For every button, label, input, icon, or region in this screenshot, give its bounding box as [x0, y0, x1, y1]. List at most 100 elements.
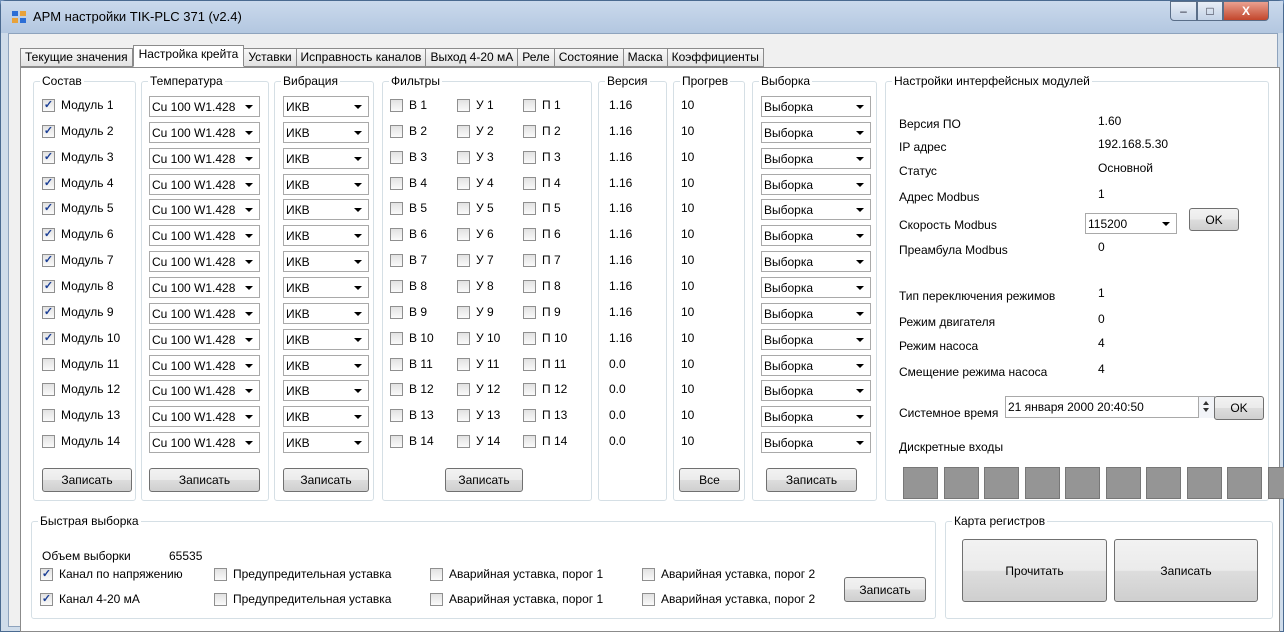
filter-b-1-box[interactable]	[390, 98, 403, 112]
filter-u-5[interactable]: У 5	[457, 201, 494, 215]
filter-b-14[interactable]: В 14	[390, 434, 434, 448]
sample-combo-14[interactable]: Выборка	[761, 432, 871, 453]
filter-p-7-box[interactable]	[523, 253, 536, 267]
tab-6[interactable]: Состояние	[554, 48, 624, 67]
sample-combo-10[interactable]: Выборка	[761, 329, 871, 350]
filter-u-2-box[interactable]	[457, 124, 470, 138]
filter-u-10-box[interactable]	[457, 331, 470, 345]
fast-row2-checkbox-1-box[interactable]: ✓	[40, 592, 53, 606]
chevron-down-icon[interactable]	[856, 389, 864, 393]
module-2-checkbox-box[interactable]: ✓	[42, 124, 55, 138]
module-1-checkbox-box[interactable]: ✓	[42, 98, 55, 112]
filter-u-5-box[interactable]	[457, 201, 470, 215]
filter-b-11-box[interactable]	[390, 357, 403, 371]
filter-p-1-box[interactable]	[523, 98, 536, 112]
sample-combo-6[interactable]: Выборка	[761, 225, 871, 246]
module-11-checkbox[interactable]: Модуль 11	[42, 357, 119, 371]
filter-u-12-box[interactable]	[457, 382, 470, 396]
tab-2[interactable]: Уставки	[244, 48, 297, 67]
filters-write-button[interactable]: Записать	[445, 468, 523, 492]
module-14-checkbox-box[interactable]	[42, 434, 55, 448]
filter-u-11[interactable]: У 11	[457, 357, 499, 371]
tab-7[interactable]: Маска	[623, 48, 668, 67]
filter-b-13-box[interactable]	[390, 408, 403, 422]
chevron-down-icon[interactable]	[856, 260, 864, 264]
filter-u-3[interactable]: У 3	[457, 150, 494, 164]
fast-row1-checkbox-1[interactable]: ✓ Канал по напряжению	[40, 567, 183, 581]
filter-b-8-box[interactable]	[390, 279, 403, 293]
chevron-down-icon[interactable]	[354, 183, 362, 187]
fast-row1-checkbox-4[interactable]: Аварийная уставка, порог 2	[642, 567, 815, 581]
filter-p-9[interactable]: П 9	[523, 305, 561, 319]
modbus-speed-ok-button[interactable]: OK	[1189, 208, 1239, 231]
sample-combo-2[interactable]: Выборка	[761, 122, 871, 143]
filter-p-5-box[interactable]	[523, 201, 536, 215]
fast-row2-checkbox-2[interactable]: Предупредительная уставка	[214, 592, 391, 606]
vibration-combo-12[interactable]: ИКВ	[283, 380, 369, 401]
filter-p-10-box[interactable]	[523, 331, 536, 345]
filter-b-6[interactable]: В 6	[390, 227, 427, 241]
warmup-all-button[interactable]: Все	[679, 468, 740, 492]
filter-p-1[interactable]: П 1	[523, 98, 561, 112]
filter-b-7-box[interactable]	[390, 253, 403, 267]
vibration-combo-14[interactable]: ИКВ	[283, 432, 369, 453]
chevron-down-icon[interactable]	[245, 208, 253, 212]
minimize-button[interactable]: –	[1170, 1, 1197, 21]
vibration-combo-6[interactable]: ИКВ	[283, 225, 369, 246]
modbus-speed-combo[interactable]: 115200	[1085, 213, 1177, 234]
filter-u-6[interactable]: У 6	[457, 227, 494, 241]
sostav-write-button[interactable]: Записать	[42, 468, 132, 492]
title-bar[interactable]: АРМ настройки TIK-PLC 371 (v2.4) – □ X	[1, 1, 1283, 33]
vibration-combo-8[interactable]: ИКВ	[283, 277, 369, 298]
chevron-down-icon[interactable]	[245, 234, 253, 238]
filter-u-3-box[interactable]	[457, 150, 470, 164]
filter-b-9[interactable]: В 9	[390, 305, 427, 319]
filter-b-11[interactable]: В 11	[390, 357, 433, 371]
filter-p-13-box[interactable]	[523, 408, 536, 422]
chevron-down-icon[interactable]	[354, 105, 362, 109]
sample-combo-12[interactable]: Выборка	[761, 380, 871, 401]
chevron-down-icon[interactable]	[856, 183, 864, 187]
filter-p-6-box[interactable]	[523, 227, 536, 241]
sample-write-button[interactable]: Записать	[766, 468, 857, 492]
chevron-down-icon[interactable]	[856, 312, 864, 316]
chevron-down-icon[interactable]	[245, 312, 253, 316]
filter-b-3-box[interactable]	[390, 150, 403, 164]
vibration-combo-4[interactable]: ИКВ	[283, 174, 369, 195]
temperature-combo-9[interactable]: Cu 100 W1.428	[149, 303, 260, 324]
filter-u-10[interactable]: У 10	[457, 331, 500, 345]
close-button[interactable]: X	[1223, 1, 1269, 21]
temperature-combo-13[interactable]: Cu 100 W1.428	[149, 406, 260, 427]
filter-u-9[interactable]: У 9	[457, 305, 494, 319]
filter-p-14[interactable]: П 14	[523, 434, 567, 448]
chevron-down-icon[interactable]	[856, 208, 864, 212]
module-12-checkbox-box[interactable]	[42, 382, 55, 396]
temperature-combo-3[interactable]: Cu 100 W1.428	[149, 148, 260, 169]
filter-b-2[interactable]: В 2	[390, 124, 427, 138]
module-14-checkbox[interactable]: Модуль 14	[42, 434, 120, 448]
filter-u-11-box[interactable]	[457, 357, 470, 371]
vibration-combo-10[interactable]: ИКВ	[283, 329, 369, 350]
sample-combo-9[interactable]: Выборка	[761, 303, 871, 324]
sample-combo-7[interactable]: Выборка	[761, 251, 871, 272]
regmap-write-button[interactable]: Записать	[1114, 539, 1258, 602]
module-13-checkbox[interactable]: Модуль 13	[42, 408, 120, 422]
chevron-down-icon[interactable]	[856, 105, 864, 109]
filter-u-1-box[interactable]	[457, 98, 470, 112]
tab-5[interactable]: Реле	[518, 48, 555, 67]
module-6-checkbox[interactable]: ✓ Модуль 6	[42, 227, 114, 241]
module-13-checkbox-box[interactable]	[42, 408, 55, 422]
temperature-combo-1[interactable]: Cu 100 W1.428	[149, 96, 260, 117]
chevron-down-icon[interactable]	[354, 208, 362, 212]
module-3-checkbox-box[interactable]: ✓	[42, 150, 55, 164]
chevron-down-icon[interactable]	[354, 364, 362, 368]
filter-b-3[interactable]: В 3	[390, 150, 427, 164]
temperature-combo-5[interactable]: Cu 100 W1.428	[149, 199, 260, 220]
filter-p-12[interactable]: П 12	[523, 382, 567, 396]
filter-p-11-box[interactable]	[523, 357, 536, 371]
chevron-down-icon[interactable]	[856, 364, 864, 368]
temperature-combo-2[interactable]: Cu 100 W1.428	[149, 122, 260, 143]
filter-p-4[interactable]: П 4	[523, 176, 561, 190]
filter-b-10[interactable]: В 10	[390, 331, 434, 345]
filter-b-12[interactable]: В 12	[390, 382, 434, 396]
